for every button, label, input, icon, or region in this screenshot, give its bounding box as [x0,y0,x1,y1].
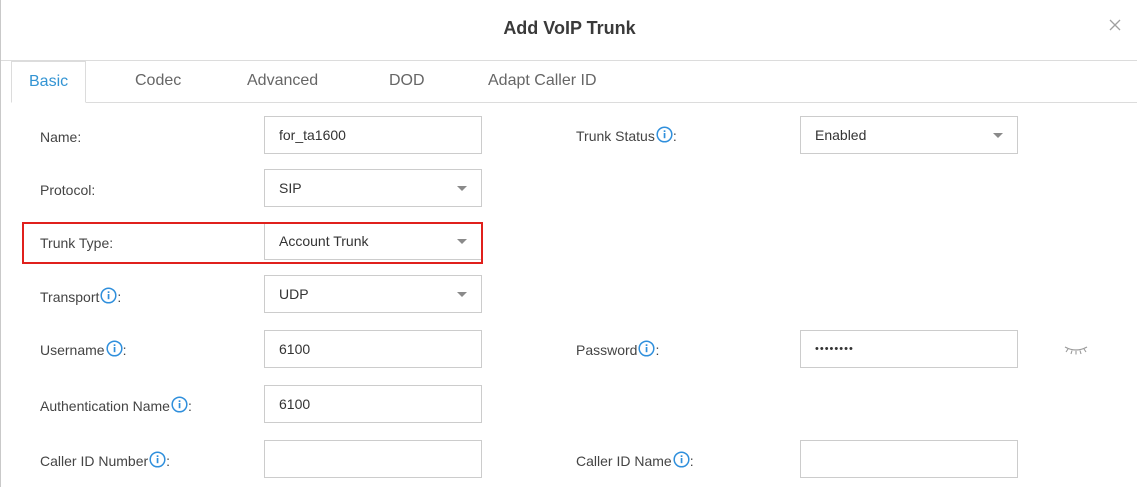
protocol-select-value: SIP [279,180,302,196]
trunk-status-label-text: Trunk Status [576,128,655,144]
chevron-down-icon [457,292,467,297]
info-icon[interactable] [673,451,690,468]
caller-id-number-label-suffix: : [166,453,171,469]
auth-name-input[interactable]: 6100 [264,385,482,423]
name-label: Name: [40,129,82,145]
password-label: Password: [576,340,659,359]
add-voip-trunk-dialog: Add VoIP Trunk Basic Codec Advanced DOD … [0,0,1137,487]
auth-name-label-text: Authentication Name [40,398,170,414]
name-input[interactable]: for_ta1600 [264,116,482,154]
transport-select[interactable]: UDP [264,275,482,313]
trunk-status-select-value: Enabled [815,127,867,143]
dialog-title: Add VoIP Trunk [503,18,636,38]
protocol-select[interactable]: SIP [264,169,482,207]
tab-basic[interactable]: Basic [11,61,87,103]
trunk-type-highlight [22,222,483,264]
info-icon[interactable] [656,126,673,143]
tab-adapt-caller-id[interactable]: Adapt Caller ID [488,61,597,102]
password-input[interactable]: •••••••• [800,330,1018,368]
chevron-down-icon [993,133,1003,138]
protocol-label: Protocol: [40,182,96,198]
transport-label: Transport: [40,287,121,306]
eye-closed-icon[interactable] [1063,343,1089,357]
caller-id-number-label-text: Caller ID Number [40,453,149,469]
trunk-status-label-suffix: : [672,128,677,144]
transport-select-value: UDP [279,286,309,302]
caller-id-name-label: Caller ID Name: [576,451,694,470]
auth-name-label: Authentication Name: [40,396,192,415]
trunk-status-label: Trunk Status: [576,126,677,145]
tab-codec[interactable]: Codec [135,61,181,102]
caller-id-name-label-suffix: : [689,453,694,469]
password-label-text: Password [576,342,638,358]
close-icon[interactable] [1106,16,1124,34]
info-icon[interactable] [171,396,188,413]
caller-id-number-label: Caller ID Number: [40,451,170,470]
caller-id-number-input[interactable] [264,440,482,478]
info-icon[interactable] [100,287,117,304]
auth-name-label-suffix: : [187,398,192,414]
info-icon[interactable] [106,340,123,357]
username-label: Username: [40,340,126,359]
info-icon[interactable] [149,451,166,468]
transport-label-suffix: : [117,289,122,305]
caller-id-name-input[interactable] [800,440,1018,478]
tab-dod[interactable]: DOD [389,61,425,102]
transport-label-text: Transport [40,289,100,305]
username-label-text: Username [40,342,105,358]
chevron-down-icon [457,186,467,191]
trunk-status-select[interactable]: Enabled [800,116,1018,154]
username-input[interactable]: 6100 [264,330,482,368]
info-icon[interactable] [638,340,656,357]
dialog-header: Add VoIP Trunk [1,0,1137,61]
password-label-suffix: : [655,342,660,358]
tab-advanced[interactable]: Advanced [247,61,318,102]
caller-id-name-label-text: Caller ID Name [576,453,672,469]
tab-bar: Basic Codec Advanced DOD Adapt Caller ID [11,61,1137,103]
username-label-suffix: : [122,342,127,358]
